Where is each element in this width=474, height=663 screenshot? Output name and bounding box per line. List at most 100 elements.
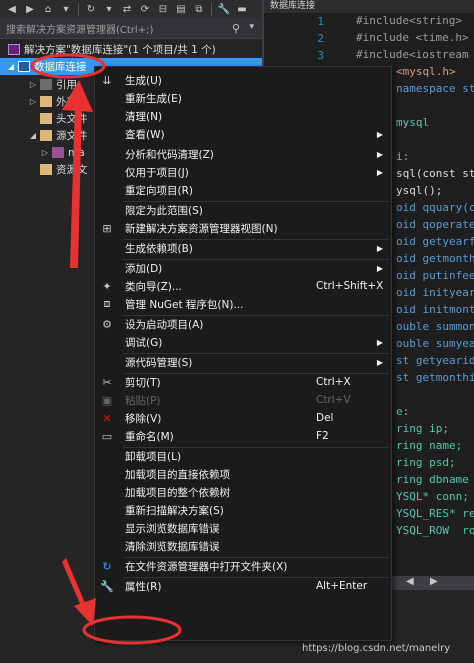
menu-item[interactable]: ✕ 移除(V) Del <box>95 409 391 427</box>
menu-item[interactable]: 查看(W) ▶ <box>95 125 391 143</box>
menu-item[interactable]: 清除浏览数据库错误 <box>95 537 391 555</box>
expand-arrow-icon[interactable]: ▷ <box>28 97 38 106</box>
properties-icon[interactable]: 🔧 <box>216 2 232 17</box>
search-placeholder: 搜索解决方案资源管理器(Ctrl+;) <box>6 25 154 36</box>
submenu-arrow-icon: ▶ <box>376 149 383 159</box>
menu-item-shortcut: Alt+Enter <box>316 580 368 592</box>
tree-solution[interactable]: 解决方案"数据库连接"(1 个项目/共 1 个) <box>0 41 262 58</box>
code-line: i: <box>396 150 410 163</box>
code-line: #include <time.h> <box>356 31 469 44</box>
menu-item[interactable]: 🔧 属性(R) Alt+Enter <box>95 577 391 595</box>
submenu-arrow-icon: ▶ <box>376 337 383 347</box>
menu-item-label: 源代码管理(S) <box>125 356 193 369</box>
solution-icon <box>8 44 20 55</box>
folder-icon <box>40 130 52 141</box>
menu-item[interactable]: ⇊ 生成(U) <box>95 71 391 89</box>
toolbar-divider <box>78 3 79 16</box>
menu-item-label: 粘贴(P) <box>125 394 161 407</box>
menu-item[interactable]: 清理(N) <box>95 107 391 125</box>
build-icon: ⇊ <box>102 73 112 87</box>
code-line: YSQL* conn; <box>396 490 469 503</box>
collapse-icon[interactable]: ⊟ <box>155 2 171 17</box>
menu-item[interactable]: 重新生成(E) <box>95 89 391 107</box>
forward-icon[interactable]: ▶ <box>22 2 38 17</box>
menu-item[interactable]: 分析和代码清理(Z) ▶ <box>95 145 391 163</box>
scroll-right-icon[interactable]: ▶ <box>430 576 438 587</box>
menu-item-label: 添加(D) <box>125 262 163 275</box>
menu-item-label: 查看(W) <box>125 128 165 141</box>
expand-arrow-icon[interactable]: ▷ <box>28 80 38 89</box>
menu-item[interactable]: 显示浏览数据库错误 <box>95 519 391 537</box>
menu-item[interactable]: 源代码管理(S) ▶ <box>95 353 391 371</box>
menu-item-label: 加载项目的整个依赖树 <box>125 486 230 499</box>
toolbar-divider <box>211 3 212 16</box>
tree-item-label: ma <box>68 146 85 159</box>
search-icon[interactable]: ⚲ <box>232 22 240 35</box>
code-line: #include<string> <box>356 14 462 27</box>
menu-item[interactable]: ✦ 类向导(Z)... Ctrl+Shift+X <box>95 277 391 295</box>
menu-item-shortcut: Ctrl+X <box>316 376 351 388</box>
class-wizard-icon: ✦ <box>102 279 112 293</box>
code-line: ysql(); <box>396 184 443 197</box>
menu-item-label: 显示浏览数据库错误 <box>125 522 220 535</box>
view-code-icon[interactable]: ⧉ <box>191 2 207 17</box>
code-line: ring name; <box>396 439 463 452</box>
line-number: 3 <box>317 49 324 62</box>
sync-icon[interactable]: ⇄ <box>119 2 135 17</box>
chevron-down-icon[interactable]: ▾ <box>58 2 74 17</box>
menu-item-shortcut: F2 <box>316 430 329 442</box>
back-icon[interactable]: ◀ <box>4 2 20 17</box>
menu-item[interactable]: 限定为此范围(S) <box>95 201 391 219</box>
context-menu: ⇊ 生成(U) 重新生成(E) 清理(N) 查看(W) ▶ 分析和代码清理(Z) ▶ 仅用于项目… <box>94 66 392 641</box>
code-line: ring dbname <box>396 473 469 486</box>
menu-item[interactable]: 仅用于项目(J) ▶ <box>95 163 391 181</box>
reference-icon <box>40 79 52 90</box>
scissors-icon: ✂ <box>102 375 112 389</box>
menu-item[interactable]: 添加(D) ▶ <box>95 259 391 277</box>
remove-icon: ✕ <box>102 411 112 425</box>
menu-item[interactable]: 生成依赖项(B) ▶ <box>95 239 391 257</box>
line-number: 2 <box>317 32 324 45</box>
menu-item[interactable]: ⧈ 管理 NuGet 程序包(N)... <box>95 295 391 313</box>
scroll-left-icon[interactable]: ◀ <box>406 576 414 587</box>
refresh-icon[interactable]: ⟳ <box>137 2 153 17</box>
pin-icon[interactable]: ▬ <box>234 2 250 17</box>
menu-item[interactable]: 卸载项目(L) <box>95 447 391 465</box>
show-files-icon[interactable]: ▤ <box>173 2 189 17</box>
chevron-down-icon[interactable]: ▾ <box>249 22 254 32</box>
code-line: #include<iostream <box>356 48 469 61</box>
expand-arrow-icon[interactable]: ▷ <box>40 148 50 157</box>
code-line: ouble summon <box>396 320 474 333</box>
menu-item[interactable]: ▭ 重命名(M) F2 <box>95 427 391 445</box>
code-line: namespace st <box>396 82 474 95</box>
chevron-down-icon[interactable]: ▾ <box>101 2 117 17</box>
menu-item: ▣ 粘贴(P) Ctrl+V <box>95 391 391 409</box>
menu-item[interactable]: ↻ 在文件资源管理器中打开文件夹(X) <box>95 557 391 575</box>
expand-arrow-icon[interactable]: ◢ <box>6 62 16 71</box>
menu-item[interactable]: 重定向项目(R) <box>95 181 391 199</box>
menu-item[interactable]: ⊞ 新建解决方案资源管理器视图(N) <box>95 219 391 237</box>
menu-item-label: 重新生成(E) <box>125 92 182 105</box>
history-icon[interactable]: ↻ <box>83 2 99 17</box>
menu-item-label: 在文件资源管理器中打开文件夹(X) <box>125 560 288 573</box>
code-line: st getyearid <box>396 354 474 367</box>
submenu-arrow-icon: ▶ <box>376 129 383 139</box>
code-line: YSQL_RES* re <box>396 507 474 520</box>
menu-item[interactable]: 加载项目的整个依赖树 <box>95 483 391 501</box>
expand-arrow-icon[interactable]: ◢ <box>28 131 38 140</box>
nuget-icon: ⧈ <box>103 297 111 310</box>
menu-item-label: 生成依赖项(B) <box>125 242 193 255</box>
home-icon[interactable]: ⌂ <box>40 2 56 17</box>
menu-item-label: 剪切(T) <box>125 376 161 389</box>
menu-item[interactable]: ⚙ 设为启动项目(A) <box>95 315 391 333</box>
menu-item[interactable]: 加载项目的直接依赖项 <box>95 465 391 483</box>
line-number: 1 <box>317 15 324 28</box>
explorer-search-input[interactable]: 搜索解决方案资源管理器(Ctrl+;) ⚲ ▾ <box>0 19 262 39</box>
menu-item-label: 移除(V) <box>125 412 162 425</box>
tree-item-label: 引用 <box>56 79 77 91</box>
menu-item[interactable]: 调试(G) ▶ <box>95 333 391 351</box>
code-line: mysql <box>396 116 430 129</box>
menu-item[interactable]: 重新扫描解决方案(S) <box>95 501 391 519</box>
menu-item-label: 限定为此范围(S) <box>125 204 203 217</box>
menu-item[interactable]: ✂ 剪切(T) Ctrl+X <box>95 373 391 391</box>
